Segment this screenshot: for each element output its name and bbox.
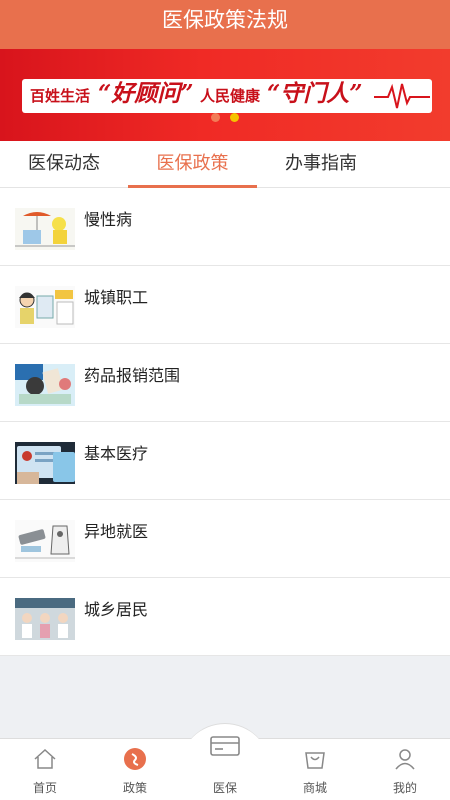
list-item-label: 药品报销范围 <box>84 366 181 385</box>
tab-label: 医保动态 <box>28 153 100 174</box>
remote-medical-thumbnail <box>15 520 75 562</box>
home-icon <box>34 748 56 769</box>
user-icon <box>395 749 415 770</box>
carousel-dot-active[interactable] <box>230 113 239 122</box>
list-item-label: 基本医疗 <box>84 444 149 463</box>
tab-mall-label: 商城 <box>302 781 327 795</box>
category-tabs: 医保动态 医保政策 办事指南 <box>0 141 450 188</box>
banner-text-1: 百姓生活 <box>30 87 91 105</box>
banner-text-3: 人民健康 <box>200 87 261 105</box>
tab-mine-label: 我的 <box>392 781 417 795</box>
tab-label: 办事指南 <box>285 153 357 174</box>
tab-policy[interactable]: 政策 <box>90 739 180 800</box>
tab-home[interactable]: 首页 <box>0 739 90 800</box>
carousel-indicator <box>0 113 450 122</box>
tab-home-label: 首页 <box>32 781 57 795</box>
urban-rural-residents-thumbnail <box>15 598 75 640</box>
list-item-label: 慢性病 <box>84 210 133 229</box>
bottom-tab-bar: 首页 政策 医保 商城 我的 <box>0 723 450 800</box>
tab-service-guide[interactable]: 办事指南 <box>257 141 385 187</box>
tab-medical-news[interactable]: 医保动态 <box>0 141 128 187</box>
urban-employee-thumbnail <box>15 286 75 328</box>
tab-insurance-label: 医保 <box>212 781 237 795</box>
tab-mall[interactable]: 商城 <box>270 739 360 800</box>
tab-label: 医保政策 <box>156 153 229 174</box>
medical-card-thumbnail <box>15 442 75 484</box>
list-item-label: 城镇职工 <box>84 288 149 307</box>
heartbeat-icon <box>374 83 430 109</box>
shopping-bag-icon <box>305 752 325 769</box>
list-item-urban-employee[interactable]: 城镇职工 <box>0 266 450 344</box>
carousel-dot[interactable] <box>211 113 220 122</box>
list-item-chronic-illness[interactable]: 慢性病 <box>0 188 450 266</box>
policy-list: 慢性病 城镇职工 药品报销范围 基本医疗 异地就医 城乡居民 <box>0 188 450 656</box>
list-item-remote-medical[interactable]: 异地就医 <box>0 500 450 578</box>
chronic-illness-thumbnail <box>15 208 75 250</box>
policy-icon <box>124 748 146 770</box>
page-title: 医保政策法规 <box>162 8 288 32</box>
banner-text-2: “好顾问” <box>98 80 194 107</box>
tab-policy-label: 政策 <box>122 781 147 795</box>
list-item-label: 异地就医 <box>84 522 149 541</box>
banner-slogan: 百姓生活 “好顾问” 人民健康 “守门人” <box>22 79 432 113</box>
insurance-card-icon <box>210 736 240 756</box>
tab-medical-policy[interactable]: 医保政策 <box>128 141 257 188</box>
list-item-urban-rural-residents[interactable]: 城乡居民 <box>0 578 450 656</box>
list-item-basic-medical[interactable]: 基本医疗 <box>0 422 450 500</box>
banner-text-4: “守门人” <box>267 80 363 107</box>
list-item-drug-reimbursement[interactable]: 药品报销范围 <box>0 344 450 422</box>
tab-mine[interactable]: 我的 <box>360 739 450 800</box>
drug-reimbursement-thumbnail <box>15 364 75 406</box>
banner-carousel[interactable]: 百姓生活 “好顾问” 人民健康 “守门人” <box>0 49 450 141</box>
list-item-label: 城乡居民 <box>84 600 149 619</box>
app-header: 医保政策法规 <box>0 0 450 49</box>
tab-insurance[interactable]: 医保 <box>180 736 270 800</box>
